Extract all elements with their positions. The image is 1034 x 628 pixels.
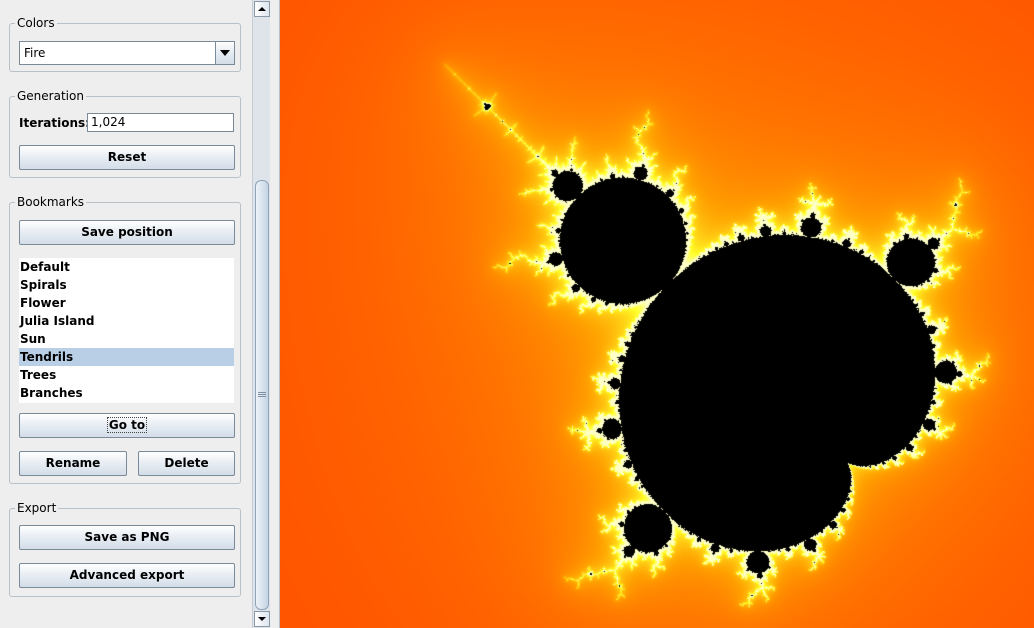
delete-button-label: Delete bbox=[164, 456, 209, 470]
advanced-export-button[interactable]: Advanced export bbox=[19, 563, 235, 588]
iterations-label: Iterations: bbox=[19, 116, 90, 130]
save-position-button-label: Save position bbox=[81, 225, 173, 239]
export-group-title: Export bbox=[15, 501, 59, 515]
goto-button-label: Go to bbox=[106, 417, 148, 433]
bookmark-item[interactable]: Julia Island bbox=[19, 312, 234, 330]
colors-group-title: Colors bbox=[15, 16, 57, 30]
color-palette-dropdown[interactable]: Fire bbox=[19, 41, 235, 65]
bookmarks-group: Bookmarks Save position Default Spirals … bbox=[9, 195, 241, 484]
bookmark-list[interactable]: Default Spirals Flower Julia Island Sun … bbox=[19, 258, 234, 403]
bookmark-item[interactable]: Flower bbox=[19, 294, 234, 312]
bookmark-item[interactable]: Spirals bbox=[19, 276, 234, 294]
rename-button-label: Rename bbox=[45, 456, 101, 470]
iterations-field[interactable]: 1,024 bbox=[87, 113, 234, 132]
bookmark-item[interactable]: Trees bbox=[19, 366, 234, 384]
export-group: Export Save as PNG Advanced export bbox=[9, 501, 241, 597]
generation-group: Generation Iterations: 1,024 Reset bbox=[9, 89, 241, 178]
grip-icon bbox=[258, 392, 266, 398]
save-png-button-label: Save as PNG bbox=[84, 530, 170, 544]
reset-button[interactable]: Reset bbox=[19, 145, 235, 170]
bookmark-item[interactable]: Branches bbox=[19, 384, 234, 402]
advanced-export-button-label: Advanced export bbox=[69, 568, 185, 582]
bookmark-item[interactable]: Default bbox=[19, 258, 234, 276]
scroll-down-icon[interactable] bbox=[254, 611, 270, 627]
rename-button[interactable]: Rename bbox=[19, 451, 127, 476]
save-position-button[interactable]: Save position bbox=[19, 220, 235, 245]
bookmark-item[interactable]: Tendrils bbox=[19, 348, 234, 366]
application-window: Colors Fire Generation Iterations: 1,024… bbox=[0, 0, 1034, 628]
save-png-button[interactable]: Save as PNG bbox=[19, 525, 235, 550]
reset-button-label: Reset bbox=[107, 150, 147, 164]
bookmarks-group-title: Bookmarks bbox=[15, 195, 87, 209]
panel-scrollbar[interactable] bbox=[252, 0, 270, 628]
scroll-up-icon[interactable] bbox=[254, 1, 270, 17]
scrollbar-thumb[interactable] bbox=[255, 180, 269, 610]
color-palette-selected: Fire bbox=[24, 46, 46, 60]
mandelbrot-view[interactable] bbox=[280, 0, 1034, 628]
chevron-down-icon[interactable] bbox=[215, 42, 234, 64]
goto-button[interactable]: Go to bbox=[19, 413, 235, 438]
control-panel: Colors Fire Generation Iterations: 1,024… bbox=[0, 0, 252, 628]
bookmark-item[interactable]: Sun bbox=[19, 330, 234, 348]
delete-button[interactable]: Delete bbox=[138, 451, 235, 476]
colors-group: Colors Fire bbox=[9, 16, 241, 72]
split-pane-divider[interactable] bbox=[270, 0, 280, 628]
generation-group-title: Generation bbox=[15, 89, 86, 103]
